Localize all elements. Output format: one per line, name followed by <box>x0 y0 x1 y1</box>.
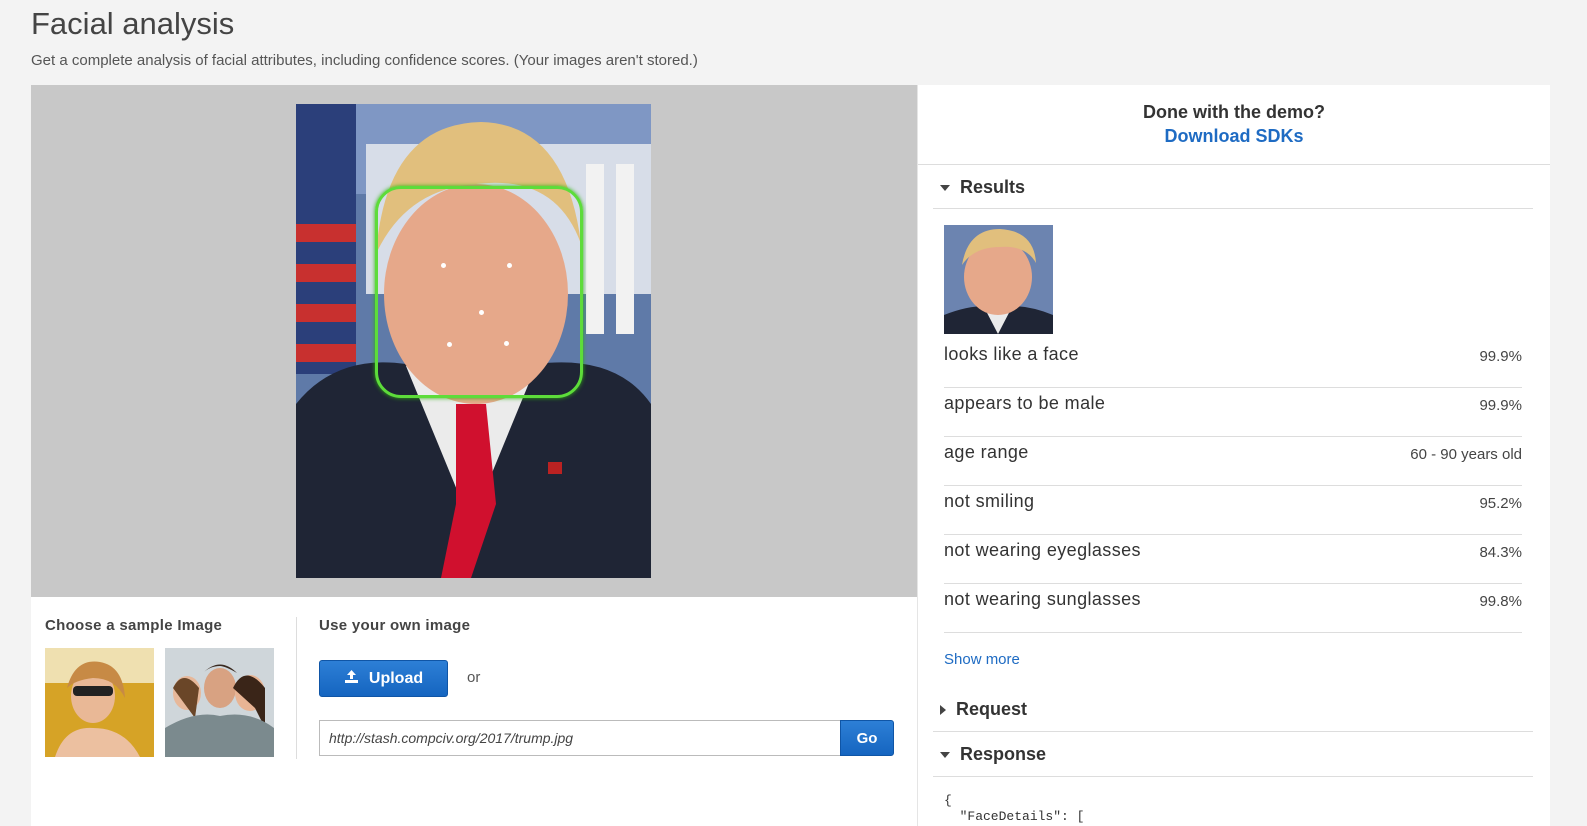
or-separator: or <box>467 669 481 686</box>
result-label: appears to be male <box>944 393 1106 413</box>
result-confidence: 95.2% <box>1479 495 1522 512</box>
request-accordion-header[interactable]: Request <box>940 699 1027 720</box>
result-confidence: 99.9% <box>1479 348 1522 365</box>
page-subtitle: Get a complete analysis of facial attrib… <box>31 52 698 69</box>
response-header-label: Response <box>960 744 1047 764</box>
result-row: not smiling 95.2% <box>944 486 1522 535</box>
nose-landmark <box>479 310 484 315</box>
sample-image-2[interactable] <box>165 648 274 757</box>
response-json-line: "FaceDetails": [ <box>944 809 1085 824</box>
upload-button-label: Upload <box>368 669 424 687</box>
sample-image-1[interactable] <box>45 648 154 757</box>
result-row: not wearing sunglasses 99.8% <box>944 584 1522 633</box>
image-stage <box>31 85 917 597</box>
result-row: age range 60 - 90 years old <box>944 437 1522 486</box>
mouth-left-landmark <box>447 342 452 347</box>
image-url-input[interactable] <box>319 720 841 756</box>
go-button[interactable]: Go <box>840 720 894 756</box>
detected-face-thumbnail <box>944 225 1053 334</box>
section-divider <box>296 617 297 759</box>
results-accordion-header[interactable]: Results <box>940 177 1025 198</box>
result-row: looks like a face 99.9% <box>944 339 1522 388</box>
request-divider <box>933 731 1533 732</box>
result-label: not wearing eyeglasses <box>944 540 1141 560</box>
results-panel: Done with the demo? Download SDKs Result… <box>917 85 1550 826</box>
response-accordion-header[interactable]: Response <box>940 744 1046 765</box>
page-title: Facial analysis <box>31 6 235 41</box>
right-eye-landmark <box>507 263 512 268</box>
show-more-link[interactable]: Show more <box>944 651 1020 668</box>
demo-panel: Choose a sample Image Use your own image <box>31 85 917 826</box>
caret-down-icon <box>940 751 950 758</box>
result-label: looks like a face <box>944 344 1079 364</box>
result-label: not wearing sunglasses <box>944 589 1141 609</box>
result-confidence: 60 - 90 years old <box>1410 446 1522 463</box>
left-eye-landmark <box>441 263 446 268</box>
result-confidence: 99.9% <box>1479 397 1522 414</box>
request-header-label: Request <box>956 699 1028 719</box>
done-demo-text: Done with the demo? <box>1143 102 1325 122</box>
caret-right-icon <box>940 704 946 715</box>
caret-down-icon <box>940 184 950 191</box>
own-image-section: Use your own image <box>319 617 470 634</box>
mouth-right-landmark <box>504 341 509 346</box>
header-divider <box>918 164 1550 165</box>
response-divider <box>933 776 1533 777</box>
upload-button[interactable]: Upload <box>319 660 448 697</box>
sample-images-heading: Choose a sample Image <box>45 617 223 634</box>
sample-images-section: Choose a sample Image <box>45 617 222 634</box>
results-divider <box>933 208 1533 209</box>
face-bounding-box <box>375 186 583 398</box>
result-label: not smiling <box>944 491 1035 511</box>
upload-icon <box>344 669 359 689</box>
own-image-heading: Use your own image <box>319 617 471 634</box>
download-sdks-link[interactable]: Download SDKs <box>918 126 1550 147</box>
results-header-label: Results <box>960 177 1026 197</box>
result-row: appears to be male 99.9% <box>944 388 1522 437</box>
result-confidence: 99.8% <box>1479 593 1522 610</box>
result-row: not wearing eyeglasses 84.3% <box>944 535 1522 584</box>
result-label: age range <box>944 442 1029 462</box>
response-json-line: { <box>944 793 952 808</box>
result-confidence: 84.3% <box>1479 544 1522 561</box>
